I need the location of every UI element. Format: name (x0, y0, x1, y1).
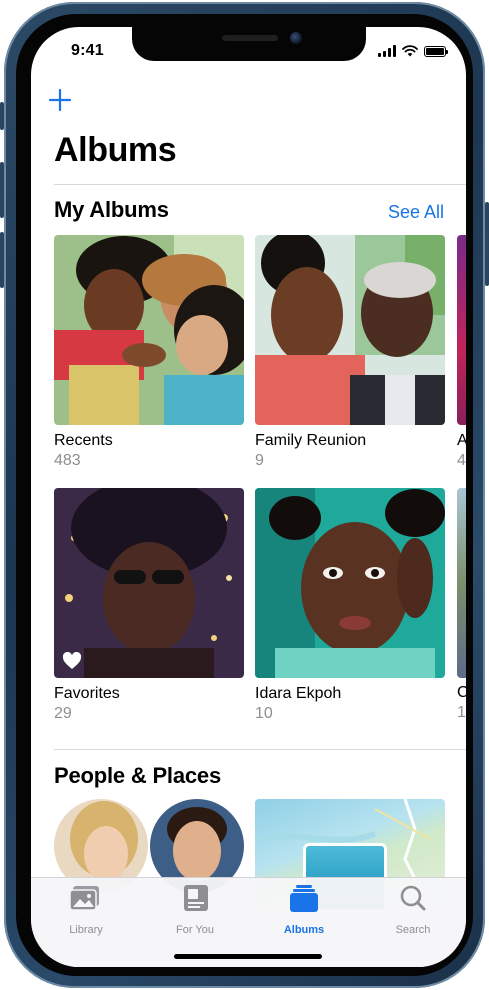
album-thumbnail[interactable] (54, 235, 244, 425)
tab-label: Search (395, 924, 431, 936)
album-count: 1 (457, 704, 466, 721)
tab-label: Library (69, 924, 103, 936)
divider (54, 184, 466, 185)
album-count: 29 (54, 705, 72, 722)
notch (132, 27, 366, 61)
tab-for-you[interactable]: For You (145, 884, 245, 936)
family-reunion-photo (255, 235, 445, 425)
my-albums-heading: My Albums (54, 197, 169, 222)
album-name: C (457, 684, 466, 701)
album-name: Recents (54, 432, 113, 449)
mute-switch (0, 102, 4, 130)
album-card-recents[interactable]: Recents 483 (54, 235, 244, 470)
album-count: 4 (457, 452, 466, 469)
album-count: 9 (255, 452, 264, 469)
album-thumbnail-peek[interactable] (457, 235, 466, 425)
album-name: Favorites (54, 685, 120, 702)
recents-photo (54, 235, 244, 425)
see-all-link[interactable]: See All (388, 202, 444, 223)
tab-label: Albums (283, 924, 325, 936)
divider (54, 749, 466, 750)
search-icon (400, 885, 426, 911)
tab-library[interactable]: Library (36, 884, 136, 936)
album-name: Idara Ekpoh (255, 685, 342, 702)
plus-icon[interactable] (46, 86, 74, 114)
wifi-icon (402, 45, 418, 57)
status-time: 9:41 (71, 42, 104, 59)
photos-library-icon (69, 886, 99, 911)
album-name: Family Reunion (255, 432, 367, 449)
album-thumbnail[interactable] (255, 488, 445, 678)
album-name: A (457, 432, 466, 449)
tab-label: For You (176, 924, 214, 936)
album-card-idara-ekpoh[interactable]: Idara Ekpoh 10 (255, 488, 445, 723)
album-thumbnail[interactable] (54, 488, 244, 678)
favorites-photo (54, 488, 244, 678)
front-camera (290, 32, 302, 44)
screen: 9:41 Albums My Albums See All Recents 48… (31, 27, 466, 967)
cellular-signal-icon (378, 45, 396, 57)
battery-icon (424, 45, 448, 57)
album-count: 483 (54, 452, 81, 469)
album-count: 10 (255, 705, 273, 722)
idara-ekpoh-photo (255, 488, 445, 678)
side-button (485, 202, 489, 286)
volume-up-button (0, 162, 4, 218)
volume-down-button (0, 232, 4, 288)
album-thumbnail-peek[interactable] (457, 488, 466, 678)
tab-search[interactable]: Search (363, 884, 463, 936)
heart-icon (62, 652, 82, 669)
home-indicator[interactable] (174, 954, 322, 959)
album-card-favorites[interactable]: Favorites 29 (54, 488, 244, 723)
speaker-grille (222, 35, 278, 41)
for-you-icon (184, 885, 208, 911)
page-title: Albums (54, 131, 177, 169)
device-frame: 9:41 Albums My Albums See All Recents 48… (0, 2, 489, 988)
albums-icon (290, 885, 318, 912)
album-thumbnail[interactable] (255, 235, 445, 425)
tab-albums[interactable]: Albums (254, 884, 354, 936)
album-card-family-reunion[interactable]: Family Reunion 9 (255, 235, 445, 470)
status-icons (378, 44, 448, 58)
people-places-heading: People & Places (54, 763, 221, 788)
